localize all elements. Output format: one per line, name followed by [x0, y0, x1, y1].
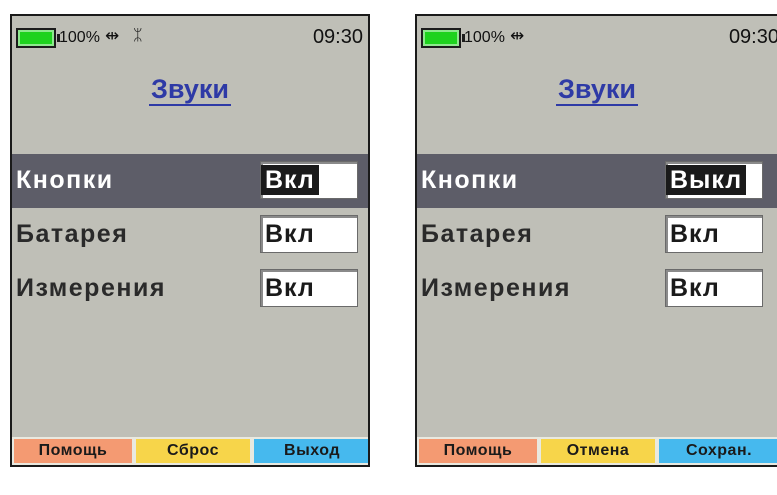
usb-icon: ⇹: [510, 26, 525, 45]
page-title-text: Звуки: [556, 74, 638, 106]
value-text-highlighted: Выкл: [666, 165, 747, 195]
clock: 09:30: [312, 26, 363, 48]
value-text: Вкл: [265, 220, 315, 248]
reset-softkey[interactable]: Сброс: [134, 437, 252, 465]
help-softkey[interactable]: Помощь: [12, 437, 134, 465]
help-softkey[interactable]: Помощь: [417, 437, 539, 465]
battery-icon: [421, 28, 465, 48]
value-field[interactable]: Вкл: [260, 269, 358, 307]
setting-row-battery[interactable]: Батарея Вкл: [417, 208, 777, 262]
setting-row-buttons[interactable]: Кнопки Выкл: [417, 154, 777, 208]
setting-label: Батарея: [421, 220, 534, 248]
softkey-bar: Помощь Сброс Выход: [12, 435, 368, 465]
value-field[interactable]: Вкл: [665, 215, 763, 253]
setting-row-measurements[interactable]: Измерения Вкл: [417, 262, 777, 316]
cancel-softkey[interactable]: Отмена: [539, 437, 657, 465]
bluetooth-off-icon: ᛯ: [133, 27, 143, 44]
page-title: Звуки: [12, 74, 368, 106]
setting-label: Кнопки: [16, 166, 114, 194]
setting-row-battery[interactable]: Батарея Вкл: [12, 208, 368, 262]
value-text: Вкл: [670, 220, 720, 248]
value-text: Вкл: [265, 274, 315, 302]
setting-row-measurements[interactable]: Измерения Вкл: [12, 262, 368, 316]
setting-label: Измерения: [16, 274, 166, 302]
exit-softkey[interactable]: Выход: [252, 437, 368, 465]
setting-label: Кнопки: [421, 166, 519, 194]
battery-percent: 100%: [464, 29, 505, 46]
value-field[interactable]: Вкл: [260, 215, 358, 253]
value-field[interactable]: Вкл: [665, 269, 763, 307]
page-title-text: Звуки: [149, 74, 231, 106]
usb-icon: ⇹: [105, 26, 120, 45]
softkey-bar: Помощь Отмена Сохран.: [417, 435, 777, 465]
setting-label: Измерения: [421, 274, 571, 302]
battery-percent: 100%: [59, 29, 100, 46]
device-screen-left: 100% ⇹ ᛯ 09:30 Звуки Кнопки Вкл Батарея …: [10, 14, 370, 467]
device-screen-right: 100% ⇹ 09:30 Звуки Кнопки Выкл Батарея В…: [415, 14, 777, 467]
status-bar: 100% ⇹ 09:30: [417, 16, 777, 62]
clock: 09:30: [728, 26, 777, 48]
value-field-editing[interactable]: Выкл: [665, 161, 763, 199]
status-bar: 100% ⇹ ᛯ 09:30: [12, 16, 368, 62]
save-softkey[interactable]: Сохран.: [657, 437, 777, 465]
page-title: Звуки: [417, 74, 777, 106]
battery-icon: [16, 28, 60, 48]
value-text: Вкл: [670, 274, 720, 302]
value-text-highlighted: Вкл: [261, 165, 319, 195]
setting-row-buttons[interactable]: Кнопки Вкл: [12, 154, 368, 208]
setting-label: Батарея: [16, 220, 129, 248]
value-field[interactable]: Вкл: [260, 161, 358, 199]
